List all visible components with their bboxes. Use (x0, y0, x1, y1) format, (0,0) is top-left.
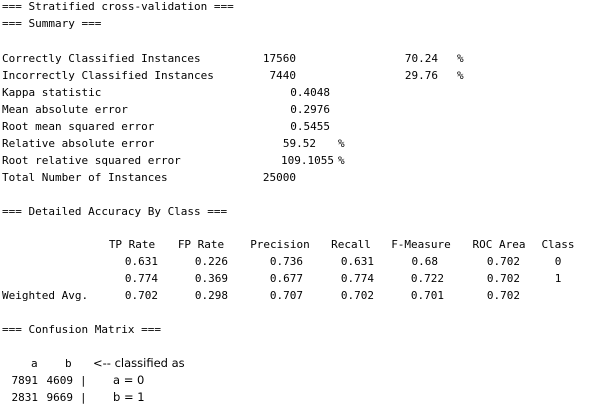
roc-area-value: 0.702 (486, 272, 520, 285)
summary-value: 0.4048 (290, 86, 330, 99)
separator: | (80, 374, 87, 387)
confusion-header-row: a b <-- classified as (2, 355, 591, 372)
column-header: TP Rate (108, 238, 156, 251)
recall-value: 0.774 (340, 272, 374, 285)
separator: | (80, 391, 87, 404)
accuracy-row-class-1: 0.774 0.369 0.677 0.774 0.722 0.702 1 (2, 270, 591, 287)
precision-value: 0.677 (269, 272, 303, 285)
summary-label: Relative absolute error (2, 137, 155, 150)
summary-value: 0.5455 (290, 120, 330, 133)
recall-value: 0.631 (340, 255, 374, 268)
precision-value: 0.707 (269, 289, 303, 302)
summary-label: Root mean squared error (2, 120, 155, 133)
confusion-matrix-heading: === Confusion Matrix === (2, 323, 161, 336)
summary-label: Root relative squared error (2, 154, 181, 167)
percent-sign: % (457, 52, 464, 65)
f-measure-value: 0.722 (410, 272, 444, 285)
class-value: 0 (554, 255, 562, 268)
summary-row-rmse: Root mean squared error 0.5455 (2, 118, 591, 135)
accuracy-row-weighted-avg: Weighted Avg. 0.702 0.298 0.707 0.702 0.… (2, 287, 591, 304)
roc-area-value: 0.702 (486, 255, 520, 268)
column-header: Recall (331, 238, 371, 251)
summary-value: 7440 (269, 69, 297, 82)
percent-sign: % (338, 137, 345, 150)
column-header: FP Rate (177, 238, 225, 251)
fp-rate-value: 0.226 (194, 255, 228, 268)
summary-value: 109.1055 (281, 154, 334, 167)
summary-label: Incorrectly Classified Instances (2, 69, 214, 82)
classified-as-label: <-- classified as (93, 356, 185, 370)
column-header: Precision (250, 238, 310, 251)
stratified-cv-heading: === Stratified cross-validation === (2, 0, 234, 13)
weighted-avg-label: Weighted Avg. (2, 289, 89, 302)
summary-row-mae: Mean absolute error 0.2976 (2, 101, 591, 118)
percent-sign: % (338, 154, 345, 167)
summary-row-correct: Correctly Classified Instances 17560 70.… (2, 50, 591, 67)
summary-label: Kappa statistic (2, 86, 102, 99)
summary-row-total: Total Number of Instances 25000 (2, 169, 591, 186)
tp-rate-value: 0.631 (124, 255, 158, 268)
summary-value: 17560 (262, 52, 296, 65)
summary-label: Mean absolute error (2, 103, 128, 116)
accuracy-row-class-0: 0.631 0.226 0.736 0.631 0.68 0.702 0 (2, 253, 591, 270)
summary-row-rae: Relative absolute error 59.52 % (2, 135, 591, 152)
detailed-accuracy-heading: === Detailed Accuracy By Class === (2, 205, 228, 218)
classifier-output-text[interactable]: === Stratified cross-validation === === … (0, 0, 591, 416)
confusion-col-b: b (65, 357, 72, 370)
confusion-cell-ab: 4609 (46, 374, 74, 387)
summary-label: Total Number of Instances (2, 171, 168, 184)
confusion-col-a: a (31, 357, 38, 370)
confusion-cell-ba: 2831 (11, 391, 39, 404)
percent-sign: % (457, 69, 464, 82)
column-header: Class (541, 238, 575, 251)
summary-value: 59.52 (282, 137, 316, 150)
confusion-cell-aa: 7891 (11, 374, 39, 387)
summary-value: 0.2976 (290, 103, 330, 116)
fp-rate-value: 0.298 (194, 289, 228, 302)
roc-area-value: 0.702 (486, 289, 520, 302)
recall-value: 0.702 (340, 289, 374, 302)
summary-heading: === Summary === (2, 17, 102, 30)
f-measure-value: 0.68 (411, 255, 439, 268)
f-measure-value: 0.701 (410, 289, 444, 302)
column-header: ROC Area (472, 238, 526, 251)
confusion-row-0: 7891 4609 | a = 0 (2, 372, 591, 389)
class-value: 1 (554, 272, 562, 285)
class-assignment: b = 1 (113, 390, 145, 404)
precision-value: 0.736 (269, 255, 303, 268)
summary-row-rrse: Root relative squared error 109.1055 % (2, 152, 591, 169)
summary-percent: 29.76 (404, 69, 438, 82)
tp-rate-value: 0.774 (124, 272, 158, 285)
confusion-row-1: 2831 9669 | b = 1 (2, 389, 591, 406)
fp-rate-value: 0.369 (194, 272, 228, 285)
accuracy-header-row: TP Rate FP Rate Precision Recall F-Measu… (2, 236, 591, 253)
summary-row-incorrect: Incorrectly Classified Instances 7440 29… (2, 67, 591, 84)
column-header: F-Measure (391, 238, 451, 251)
tp-rate-value: 0.702 (124, 289, 158, 302)
summary-percent: 70.24 (404, 52, 438, 65)
confusion-cell-bb: 9669 (46, 391, 74, 404)
summary-row-kappa: Kappa statistic 0.4048 (2, 84, 591, 101)
class-assignment: a = 0 (113, 373, 145, 387)
summary-label: Correctly Classified Instances (2, 52, 201, 65)
summary-value: 25000 (262, 171, 296, 184)
